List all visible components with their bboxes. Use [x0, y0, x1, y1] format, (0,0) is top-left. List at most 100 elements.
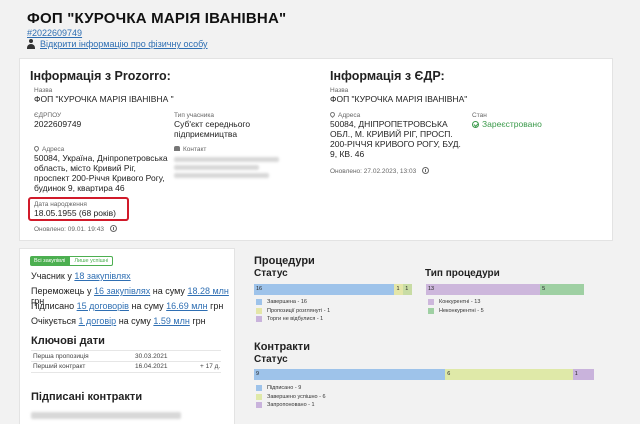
prozorro-updated: Оновлено: 09.01. 19:43 [34, 225, 117, 233]
expected-sum-link[interactable]: 1.59 млн [153, 316, 189, 326]
signed-sum-link[interactable]: 16.69 млн [166, 301, 207, 311]
legend-label: Пропозиції розглянуті - 1 [267, 307, 331, 314]
edr-address-line-1: 50084, ДНІПРОПЕТРОВСЬКА [330, 119, 448, 129]
legend-label: Завершена - 16 [267, 299, 307, 306]
person-info-link[interactable]: Відкрити інформацію про фізичну особу [27, 39, 208, 49]
procedure-type-segment[interactable]: 13 [426, 284, 541, 295]
edr-title: Інформація з ЄДР: [330, 69, 445, 83]
legend-swatch [428, 299, 434, 306]
won-sum-link[interactable]: 18.28 млн [187, 286, 228, 296]
procurement-filter-toggle: Всі закупівлі Лише успішні [30, 256, 114, 266]
edr-state-label: Стан [472, 112, 487, 119]
page-title: ФОП "КУРОЧКА МАРІЯ ІВАНІВНА" [27, 10, 287, 27]
filter-all-button[interactable]: Всі закупівлі [30, 256, 70, 266]
contracts-status-segment[interactable]: 6 [445, 369, 573, 380]
legend-label: Торги не відбулися - 1 [267, 316, 324, 323]
won-procurements-link[interactable]: 16 закупівлях [94, 286, 150, 296]
procedure-type-legend: Конкурентні - 13 Неконкурентні - 5 [428, 298, 484, 315]
info-card: Інформація з Prozorro: Назва ФОП "КУРОЧК… [19, 58, 613, 241]
info-icon[interactable] [422, 167, 430, 174]
participant-procurements-link[interactable]: 18 закупівлях [74, 271, 130, 281]
contracts-title: Контракти [254, 341, 310, 353]
prozorro-name-value: ФОП "КУРОЧКА МАРІЯ ІВАНІВНА " [34, 94, 174, 104]
key-dates-title: Ключові дати [31, 335, 105, 347]
edr-address-label: Адреса [328, 110, 360, 119]
birth-date-label: Дата народження [34, 201, 87, 208]
key-date-row: Перша пропозиція 30.03.2021 [33, 353, 168, 360]
contracts-status-legend-item: Запропоновано - 1 [256, 401, 326, 410]
key-dates-divider [31, 372, 221, 373]
edr-address-line-3: 200-РІЧЧЯ КРИВОГО РОГУ, БУД. [330, 139, 461, 149]
edr-name-label: Назва [330, 87, 349, 94]
edr-updated: Оновлено: 27.02.2023, 13:03 [330, 167, 430, 175]
procedures-status-title: Статус [254, 268, 288, 279]
contact-icon [174, 146, 180, 151]
contracts-status-segment[interactable]: 9 [254, 369, 446, 380]
procedures-status-bar: 16 1 1 [254, 284, 412, 295]
check-circle-icon [472, 121, 479, 128]
expected-contract-link[interactable]: 1 договір [79, 316, 117, 326]
procedures-status-legend-item: Завершена - 16 [256, 298, 330, 307]
signed-contracts-hidden [31, 409, 221, 419]
key-dates-divider [31, 361, 221, 362]
participant-type-value-1: Суб'єкт середнього [174, 119, 251, 129]
edr-code-link[interactable]: #2022609749 [27, 28, 82, 38]
prozorro-address-label: Адреса [32, 144, 64, 153]
prozorro-name-label: Назва [34, 87, 53, 94]
contracts-status-legend-item: Підписано - 9 [256, 384, 326, 393]
legend-swatch [256, 316, 262, 323]
contact-hidden-value [174, 154, 294, 178]
contracts-status-title: Статус [254, 354, 288, 365]
procedure-type-legend-item: Неконкурентні - 5 [428, 307, 484, 316]
person-info-label: Відкрити інформацію про фізичну особу [40, 39, 208, 49]
filter-success-button[interactable]: Лише успішні [69, 256, 114, 266]
edrpou-value: 2022609749 [34, 119, 82, 129]
procedures-status-segment[interactable]: 1 [394, 284, 404, 295]
procedures-status-segment[interactable]: 1 [403, 284, 412, 295]
signed-contracts-title: Підписані контракти [31, 391, 143, 403]
edr-address-line-4: 9, КВ. 46 [330, 149, 365, 159]
edr-address-line-2: ОБЛ., М. КРИВИЙ РІГ, ПРОСП. [330, 129, 453, 139]
info-icon[interactable] [109, 225, 117, 232]
stat-participant: Учасник у 18 закупівлях [31, 271, 131, 281]
birth-date-value: 18.05.1955 (68 років) [34, 208, 116, 218]
contact-label: Контакт [174, 146, 206, 153]
legend-label: Підписано - 9 [267, 385, 302, 392]
procedures-status-legend: Завершена - 16 Пропозиції розглянуті - 1 Т… [256, 298, 330, 324]
participant-type-label: Тип учасника [174, 112, 214, 119]
procedure-type-bar: 13 5 [426, 284, 584, 295]
procedures-status-segment[interactable]: 16 [254, 284, 395, 295]
stat-expected: Очікується 1 договір на суму 1.59 млн гр… [31, 316, 206, 326]
participant-type-value-2: підприємництва [174, 129, 238, 139]
procedures-title: Процедури [254, 255, 315, 267]
legend-swatch [256, 307, 262, 314]
procedure-type-segment[interactable]: 5 [540, 284, 584, 295]
edr-state-value: Зареєстровано [472, 119, 542, 129]
key-dates-divider [31, 350, 221, 351]
prozorro-address-line-2: область, місто Кривий Ріг, [34, 163, 136, 173]
procedure-type-title: Тип процедури [425, 268, 500, 279]
legend-swatch [256, 385, 262, 392]
location-icon [328, 110, 337, 119]
legend-swatch [428, 307, 434, 314]
edr-name-value: ФОП "КУРОЧКА МАРІЯ ІВАНІВНА" [330, 94, 468, 104]
edrpou-label: ЄДРПОУ [34, 112, 62, 119]
stat-signed: Підписано 15 договорів на суму 16.69 млн… [31, 301, 224, 311]
location-icon [32, 144, 41, 153]
prozorro-address-line-1: 50084, Україна, Дніпропетровська [34, 153, 168, 163]
user-icon [27, 39, 35, 49]
legend-label: Запропоновано - 1 [267, 402, 315, 409]
contracts-status-segment[interactable]: 1 [572, 369, 594, 380]
legend-swatch [256, 402, 262, 409]
legend-label: Завершено успішно - 6 [267, 393, 326, 400]
signed-contracts-link[interactable]: 15 договорів [77, 301, 129, 311]
procedures-status-legend-item: Пропозиції розглянуті - 1 [256, 307, 330, 316]
legend-label: Конкурентні - 13 [439, 299, 481, 306]
prozorro-address-line-4: будинок 9, квартира 46 [34, 183, 125, 193]
procedures-status-legend-item: Торги не відбулися - 1 [256, 315, 330, 324]
key-date-row: Перший контракт 16.04.2021 + 17 д. [33, 363, 221, 370]
prozorro-title: Інформація з Prozorro: [30, 69, 171, 83]
prozorro-address-line-3: проспект 200-Річчя Кривого Рогу, [34, 173, 165, 183]
legend-label: Неконкурентні - 5 [439, 307, 484, 314]
legend-swatch [256, 393, 262, 400]
